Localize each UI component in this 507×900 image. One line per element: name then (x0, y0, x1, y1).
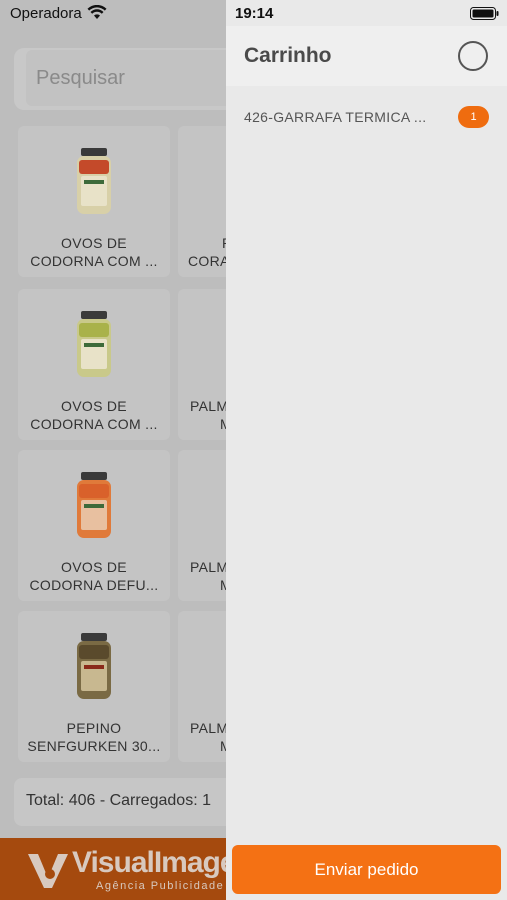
product-jar-image (77, 311, 111, 377)
product-name-line1: PALM (190, 398, 226, 414)
cart-title: Carrinho (244, 44, 332, 67)
product-name-line2: CODORNA COM ... (30, 416, 158, 432)
product-card[interactable]: PEPINO SENFGURKEN 30... (18, 611, 170, 762)
status-bar-left: Operadora (0, 0, 226, 26)
clock: 19:14 (235, 5, 274, 22)
product-name-line2: CODORNA DEFU... (29, 577, 159, 593)
product-name: OVOS DE CODORNA COM ... (18, 397, 170, 433)
brand-name: VisualImagen (72, 846, 226, 879)
product-name: PEPINO SENFGURKEN 30... (18, 719, 170, 755)
brand-logo-icon (28, 854, 68, 888)
product-card[interactable]: OVOS DE CODORNA COM ... (18, 289, 170, 440)
cart-drawer: Carrinho 426-GARRAFA TERMICA ... 1 Envia… (226, 0, 507, 900)
brand-subtitle: Agência Publicidade (96, 880, 225, 892)
product-card[interactable]: OVOS DE CODORNA COM ... (18, 126, 170, 277)
product-jar-image (77, 148, 111, 214)
catalog-summary: Total: 406 - Carregados: 1 (14, 778, 226, 826)
product-name-line1: OVOS DE (61, 398, 127, 414)
carrier-label: Operadora (10, 5, 82, 22)
battery-icon (470, 7, 499, 20)
cart-item-name: 426-GARRAFA TERMICA ... (244, 109, 427, 125)
product-name-line2: CORA (188, 253, 226, 269)
status-bar: Operadora 19:14 (0, 0, 507, 26)
product-name-line1: OVOS DE (61, 559, 127, 575)
product-card[interactable]: P CORA (178, 126, 226, 277)
product-card[interactable]: PALM M (178, 450, 226, 601)
product-name-line1: OVOS DE (61, 235, 127, 251)
product-name-line2: M (188, 415, 226, 433)
catalog-background: OVOS DE CODORNA COM ... P CORA OVOS DE C… (0, 26, 226, 900)
product-name-line1: PEPINO (66, 720, 122, 736)
catalog-summary-text: Total: 406 - Carregados: 1 (26, 792, 211, 809)
product-name-line2: CODORNA COM ... (30, 253, 158, 269)
search-box (26, 50, 226, 106)
product-name-line1: PALM (190, 720, 226, 736)
cart-item[interactable]: 426-GARRAFA TERMICA ... 1 (226, 100, 507, 136)
product-card[interactable]: PALM M (178, 289, 226, 440)
search-input[interactable] (36, 50, 226, 106)
product-name: OVOS DE CODORNA DEFU... (18, 558, 170, 594)
product-name: OVOS DE CODORNA COM ... (18, 234, 170, 270)
product-name-line1: PALM (190, 559, 226, 575)
product-name-line2: SENFGURKEN 30... (27, 738, 161, 754)
brand-footer: VisualImagen Agência Publicidade (0, 838, 226, 900)
search-container (14, 48, 226, 110)
product-name: PALM M (178, 397, 226, 433)
product-name: PALM M (178, 558, 226, 594)
product-name-line2: M (188, 737, 226, 755)
cart-item-qty-badge: 1 (458, 106, 489, 128)
product-jar-image (77, 472, 111, 538)
product-card[interactable]: OVOS DE CODORNA DEFU... (18, 450, 170, 601)
product-jar-image (77, 633, 111, 699)
product-name-line2: M (188, 576, 226, 594)
product-name: PALM M (178, 719, 226, 755)
cart-header: Carrinho (226, 26, 507, 86)
close-circle-icon[interactable] (458, 41, 488, 71)
product-card[interactable]: PALM M (178, 611, 226, 762)
wifi-icon (87, 5, 107, 19)
send-order-button[interactable]: Enviar pedido (232, 845, 501, 894)
product-name: P CORA (178, 234, 226, 270)
product-name-line1: P (188, 234, 226, 252)
